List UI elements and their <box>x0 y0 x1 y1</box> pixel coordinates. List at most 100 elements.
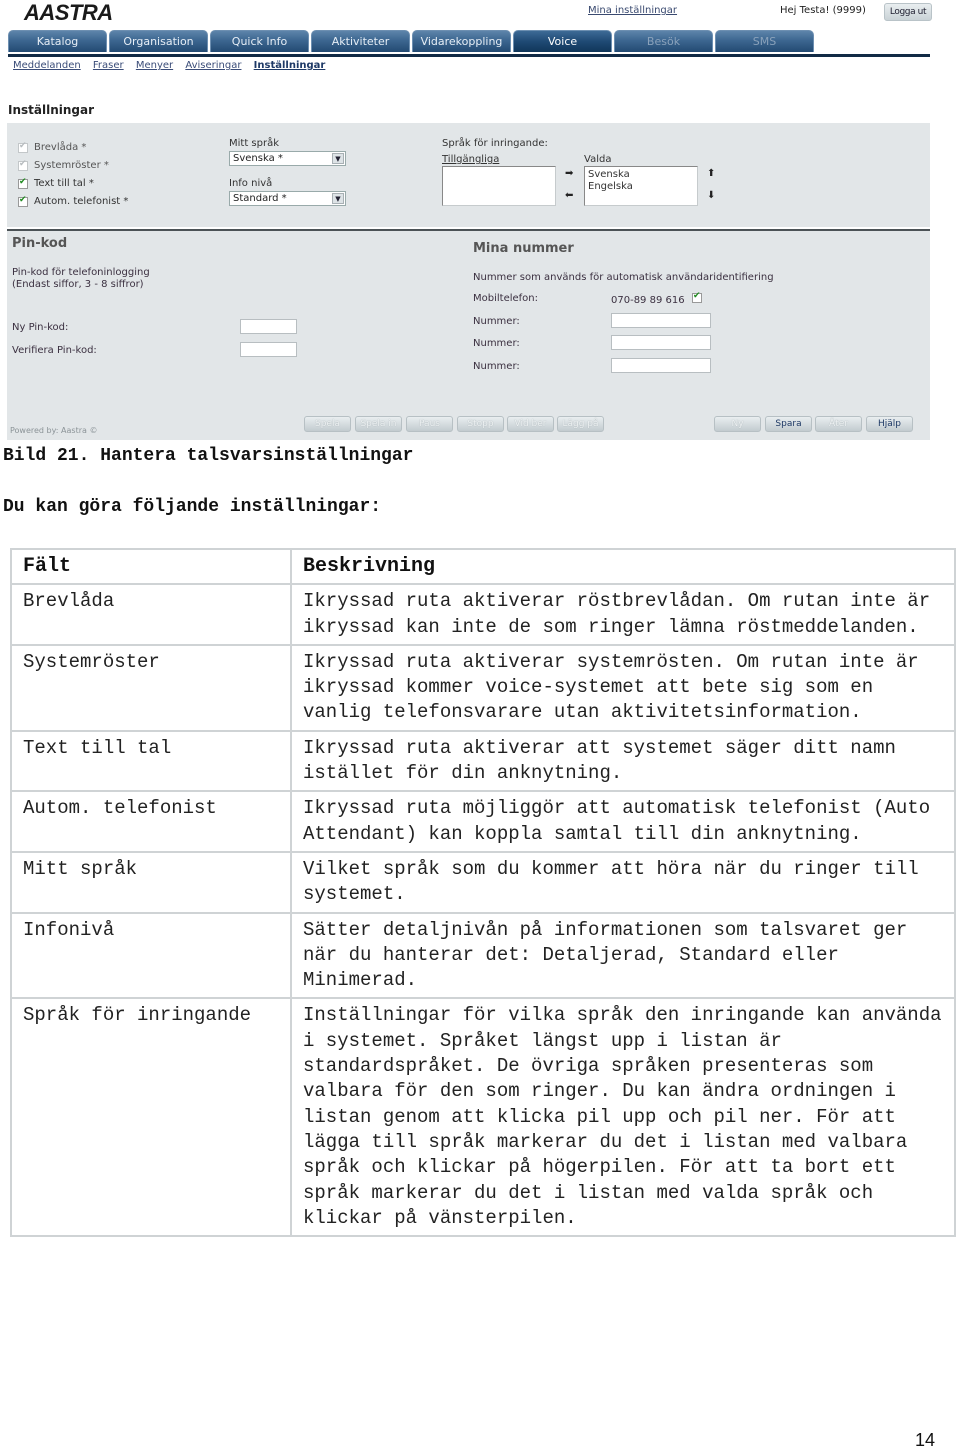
aastra-logo: AASTRA <box>24 0 113 25</box>
play-button[interactable]: Spela <box>304 416 351 432</box>
tab-quick-info[interactable]: Quick Info <box>210 30 309 52</box>
logout-button[interactable]: Logga ut <box>884 3 932 21</box>
new-pin-input[interactable] <box>240 319 297 334</box>
number-input-1[interactable] <box>611 313 711 328</box>
record-button[interactable]: Spela in <box>355 416 402 432</box>
checkbox-label: Autom. telefonist * <box>34 196 129 207</box>
intro-text: Du kan göra följande inställningar: <box>3 497 382 517</box>
available-languages-list[interactable] <box>442 166 556 206</box>
number-label-3: Nummer: <box>473 361 520 372</box>
tab-besok[interactable]: Besök <box>614 30 713 52</box>
cell-description: Ikryssad ruta aktiverar att systemet säg… <box>290 729 956 793</box>
arrow-down-icon[interactable]: ⬇ <box>707 190 715 201</box>
table-row: Mitt språk Vilket språk som du kommer at… <box>10 850 956 914</box>
page-title: Inställningar <box>8 103 95 117</box>
subnav-installningar[interactable]: Inställningar <box>254 60 326 71</box>
chevron-down-icon[interactable]: ▼ <box>332 153 344 164</box>
info-level-select[interactable]: Standard * ▼ <box>229 191 346 206</box>
tab-voice[interactable]: Voice <box>513 30 612 52</box>
subnav-aviseringar[interactable]: Aviseringar <box>185 60 241 71</box>
cell-field: Brevlåda <box>10 583 292 646</box>
selected-languages-label: Valda <box>584 154 612 165</box>
arrow-left-icon[interactable]: ⬅ <box>565 190 573 201</box>
selected-languages-list[interactable]: Svenska Engelska <box>584 166 698 206</box>
cell-field: Systemröster <box>10 643 292 732</box>
mobile-value: 070-89 89 616 <box>611 295 685 306</box>
checkbox-systemroster[interactable]: Systemröster * <box>18 159 109 171</box>
cell-description: Ikryssad ruta möjliggör att automatisk t… <box>290 790 956 853</box>
main-tabs: Katalog Organisation Quick Info Aktivite… <box>8 30 930 57</box>
my-language-label: Mitt språk <box>229 138 280 149</box>
stop-button[interactable]: Stopp <box>457 416 504 432</box>
hang-up-button[interactable]: Lägg på <box>557 416 604 432</box>
number-label-1: Nummer: <box>473 316 520 327</box>
list-item[interactable]: Engelska <box>588 181 694 193</box>
table-row: Språk för inringande Inställningar för v… <box>10 997 956 1238</box>
header-field: Fält <box>10 547 292 586</box>
cell-description: Inställningar för vilka språk den inring… <box>290 997 956 1238</box>
pin-numbers-panel <box>7 229 930 440</box>
available-languages-label: Tillgängliga <box>442 154 500 165</box>
checkbox-label: Brevlåda * <box>34 142 87 153</box>
cell-field: Infonivå <box>10 911 292 1000</box>
arrow-right-icon[interactable]: ➡ <box>565 168 573 179</box>
save-button[interactable]: Spara <box>765 416 812 432</box>
checkbox-brevlada[interactable]: Brevlåda * <box>18 141 87 153</box>
mobile-checkbox[interactable] <box>692 291 702 303</box>
cell-field: Autom. telefonist <box>10 790 292 853</box>
back-button[interactable]: Åter <box>815 416 862 432</box>
mobile-label: Mobiltelefon: <box>473 293 538 304</box>
cell-field: Text till tal <box>10 729 292 793</box>
select-value: Standard * <box>233 193 287 204</box>
table-header-row: Fält Beskrivning <box>10 547 956 586</box>
help-button[interactable]: Hjälp <box>866 416 913 432</box>
settings-table: Fält Beskrivning Brevlåda Ikryssad ruta … <box>10 547 956 1238</box>
tab-organisation[interactable]: Organisation <box>109 30 208 52</box>
caller-languages-label: Språk för inringande: <box>442 138 548 149</box>
checkbox-autom-telefonist[interactable]: Autom. telefonist * <box>18 195 129 207</box>
arrow-up-icon[interactable]: ⬆ <box>707 168 715 179</box>
chevron-down-icon[interactable]: ▼ <box>332 193 344 204</box>
number-label-2: Nummer: <box>473 338 520 349</box>
tab-katalog[interactable]: Katalog <box>8 30 107 52</box>
cell-description: Sätter detaljnivån på informationen som … <box>290 911 956 1000</box>
subnav-meddelanden[interactable]: Meddelanden <box>13 60 81 71</box>
my-settings-link[interactable]: Mina inställningar <box>588 5 677 16</box>
numbers-section-title: Mina nummer <box>473 241 574 256</box>
checkbox-icon <box>18 159 28 171</box>
table-row: Text till tal Ikryssad ruta aktiverar at… <box>10 729 956 793</box>
pin-description-2: (Endast siffor, 3 - 8 siffror) <box>12 279 144 290</box>
pause-button[interactable]: Paus <box>406 416 453 432</box>
tab-aktiviteter[interactable]: Aktiviteter <box>311 30 410 52</box>
table-row: Infonivå Sätter detaljnivån på informati… <box>10 911 956 1000</box>
pin-section-title: Pin-kod <box>12 236 68 251</box>
cell-field: Språk för inringande <box>10 997 292 1238</box>
new-button[interactable]: Ny <box>714 416 761 432</box>
powered-by: Powered by: Aastra © <box>10 426 98 435</box>
checkbox-text-till-tal[interactable]: Text till tal * <box>18 177 94 189</box>
checkbox-icon <box>18 177 28 189</box>
checkbox-icon <box>18 195 28 207</box>
info-level-label: Info nivå <box>229 178 273 189</box>
cell-description: Ikryssad ruta aktiverar röstbrevlådan. O… <box>290 583 956 646</box>
checkbox-label: Text till tal * <box>34 178 94 189</box>
select-value: Svenska * <box>233 153 283 164</box>
cell-field: Mitt språk <box>10 850 292 914</box>
table-row: Systemröster Ikryssad ruta aktiverar sys… <box>10 643 956 732</box>
tab-sms[interactable]: SMS <box>715 30 814 52</box>
forward-button[interactable]: Vid ber <box>507 416 554 432</box>
pin-description-1: Pin-kod för telefoninlogging <box>12 267 150 278</box>
verify-pin-input[interactable] <box>240 342 297 357</box>
my-language-select[interactable]: Svenska * ▼ <box>229 151 346 166</box>
list-item[interactable]: Svenska <box>588 169 694 181</box>
page-number: 14 <box>915 1430 936 1450</box>
cell-description: Vilket språk som du kommer att höra när … <box>290 850 956 914</box>
tab-vidarekoppling[interactable]: Vidarekoppling <box>412 30 511 52</box>
subnav-fraser[interactable]: Fraser <box>93 60 124 71</box>
number-input-2[interactable] <box>611 335 711 350</box>
screenshot: AASTRA Mina inställningar Hej Testa! (99… <box>0 0 960 440</box>
table-row: Brevlåda Ikryssad ruta aktiverar röstbre… <box>10 583 956 646</box>
user-greeting: Hej Testa! (9999) <box>780 5 866 16</box>
subnav-menyer[interactable]: Menyer <box>136 60 173 71</box>
number-input-3[interactable] <box>611 358 711 373</box>
